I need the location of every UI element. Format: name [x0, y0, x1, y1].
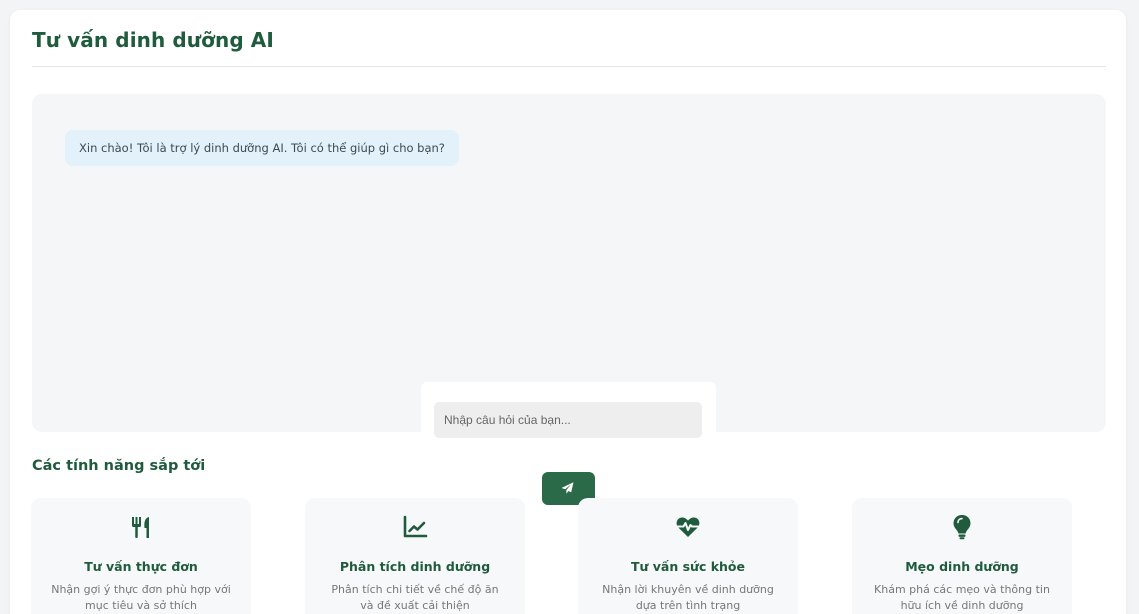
chat-input[interactable]: [434, 402, 702, 438]
paper-plane-icon: [561, 482, 574, 494]
feature-description: Phân tích chi tiết về chế độ ăn và đề xu…: [331, 583, 499, 612]
lightbulb-icon: [852, 514, 1072, 540]
feature-card-tips: Mẹo dinh dưỡng Khám phá các mẹo và thông…: [852, 498, 1072, 614]
feature-card-meal: Tư vấn thực đơn Nhận gợi ý thực đơn phù …: [31, 498, 251, 614]
feature-title: Tư vấn sức khỏe: [631, 559, 745, 574]
header-divider: [32, 66, 1106, 67]
feature-card-analysis: Phân tích dinh dưỡng Phân tích chi tiết …: [305, 498, 525, 614]
feature-description: Nhận lời khuyên về dinh dưỡng dựa trên t…: [602, 583, 774, 612]
page-title: Tư vấn dinh dưỡng AI: [32, 28, 274, 52]
assistant-message: Xin chào! Tôi là trợ lý dinh dưỡng AI. T…: [65, 130, 459, 166]
feature-description: Khám phá các mẹo và thông tin hữu ích về…: [874, 583, 1050, 612]
chart-line-icon: [305, 514, 525, 540]
feature-title: Mẹo dinh dưỡng: [905, 559, 1019, 574]
upcoming-features-title: Các tính năng sắp tới: [32, 458, 206, 474]
chat-input-container: [421, 382, 716, 442]
feature-description: Nhận gợi ý thực đơn phù hợp với mục tiêu…: [51, 583, 231, 612]
main-card: Tư vấn dinh dưỡng AI Xin chào! Tôi là tr…: [10, 10, 1126, 614]
feature-title: Phân tích dinh dưỡng: [339, 559, 491, 574]
heartbeat-icon: [578, 514, 798, 540]
feature-title: Tư vấn thực đơn: [84, 559, 198, 574]
feature-card-health: Tư vấn sức khỏe Nhận lời khuyên về dinh …: [578, 498, 798, 614]
utensils-icon: [31, 514, 251, 540]
